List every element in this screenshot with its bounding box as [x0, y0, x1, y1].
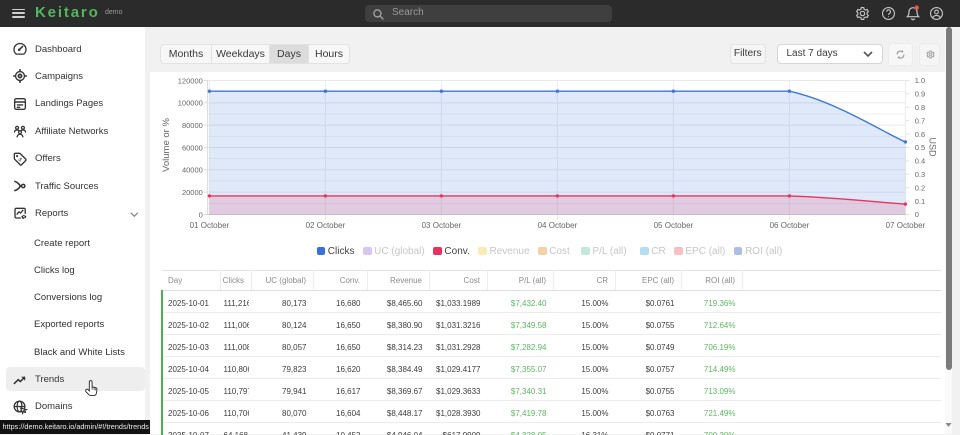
svg-text:0: 0	[915, 210, 919, 219]
svg-text:0.2: 0.2	[915, 183, 925, 192]
svg-text:1.0: 1.0	[915, 76, 925, 85]
svg-text:0.9: 0.9	[915, 90, 925, 99]
svg-text:Volume or %: Volume or %	[161, 118, 172, 172]
svg-text:0.8: 0.8	[915, 103, 925, 112]
svg-text:05 October: 05 October	[654, 221, 694, 230]
svg-text:80000: 80000	[182, 121, 203, 130]
svg-text:40000: 40000	[182, 166, 203, 175]
svg-text:USD: USD	[928, 137, 938, 157]
svg-text:0: 0	[199, 210, 203, 219]
svg-text:60000: 60000	[182, 143, 203, 152]
svg-text:0.3: 0.3	[915, 170, 925, 179]
svg-text:0.5: 0.5	[915, 143, 925, 152]
svg-text:0.1: 0.1	[915, 197, 925, 206]
svg-text:06 October: 06 October	[770, 221, 810, 230]
svg-text:01 October: 01 October	[190, 221, 230, 230]
svg-text:0.6: 0.6	[915, 130, 925, 139]
svg-text:0.4: 0.4	[915, 157, 925, 166]
svg-text:07 October: 07 October	[886, 221, 926, 230]
svg-text:120000: 120000	[178, 76, 203, 85]
svg-text:0.7: 0.7	[915, 116, 925, 125]
svg-text:100000: 100000	[178, 99, 203, 108]
svg-text:20000: 20000	[182, 188, 203, 197]
svg-text:03 October: 03 October	[422, 221, 462, 230]
svg-text:02 October: 02 October	[306, 221, 346, 230]
svg-text:04 October: 04 October	[538, 221, 578, 230]
